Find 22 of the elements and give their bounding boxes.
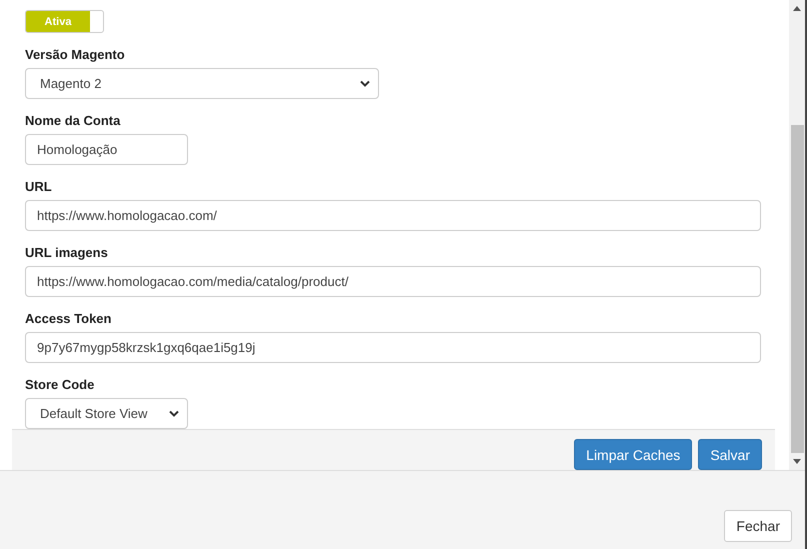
toggle-label: Ativa bbox=[26, 11, 90, 32]
field-label: URL bbox=[25, 179, 53, 194]
scroll-down-icon[interactable] bbox=[793, 459, 801, 464]
field-label: Store Code bbox=[25, 377, 96, 392]
input-field[interactable]: https://www.homologacao.com/ bbox=[25, 200, 761, 231]
input-field[interactable]: 9p7y67mygp58krzsk1gxq6qae1i5g19j bbox=[25, 332, 761, 363]
field-label: URL imagens bbox=[25, 245, 109, 260]
input-field[interactable]: Homologação bbox=[25, 134, 188, 165]
chevron-down-icon bbox=[360, 80, 370, 87]
action-button[interactable]: Limpar Caches bbox=[574, 439, 692, 470]
scroll-up-icon[interactable] bbox=[793, 6, 801, 11]
field-label: Nome da Conta bbox=[25, 113, 122, 128]
scrollbar[interactable] bbox=[789, 0, 805, 470]
input-field[interactable]: https://www.homologacao.com/media/catalog/product/ bbox=[25, 266, 761, 297]
field-label: Access Token bbox=[25, 311, 112, 326]
scrollbar-thumb[interactable] bbox=[790, 125, 804, 453]
close-button[interactable]: Fechar bbox=[724, 510, 792, 542]
select-field[interactable]: Magento 2 bbox=[25, 68, 379, 99]
field-label: Versão Magento bbox=[25, 47, 126, 62]
chevron-down-icon bbox=[169, 410, 179, 417]
action-button[interactable]: Salvar bbox=[698, 439, 762, 470]
select-field[interactable]: Default Store View bbox=[25, 398, 188, 429]
